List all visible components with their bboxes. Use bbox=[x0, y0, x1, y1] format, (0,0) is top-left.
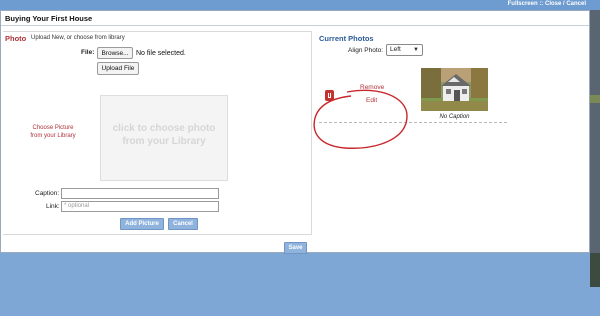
file-label: File: bbox=[81, 49, 95, 56]
side-strip bbox=[590, 10, 600, 253]
link-label: Link: bbox=[46, 203, 60, 210]
save-button[interactable]: Save bbox=[284, 242, 307, 254]
remove-photo-link[interactable]: Remove bbox=[360, 84, 384, 91]
add-picture-button[interactable]: Add Picture bbox=[120, 218, 164, 230]
caption-label: Caption: bbox=[35, 190, 60, 197]
cancel-button[interactable]: Cancel bbox=[168, 218, 198, 230]
caption-input[interactable] bbox=[61, 188, 219, 199]
current-photos-title: Current Photos bbox=[319, 34, 374, 43]
edit-photo-link[interactable]: Edit bbox=[366, 97, 377, 104]
fullscreen-link[interactable]: Fullscreen bbox=[508, 1, 538, 7]
choose-library-link[interactable]: Choose Picture from your Library bbox=[23, 124, 83, 140]
top-bar: Fullscreen :: Close / Cancel bbox=[0, 0, 600, 10]
upload-file-button[interactable]: Upload File bbox=[97, 62, 139, 75]
dropzone-line1: click to choose photo bbox=[112, 123, 216, 134]
browse-button[interactable]: Browse... bbox=[97, 47, 133, 59]
edge-image-fragment bbox=[590, 95, 600, 103]
choose-library-line1: Choose Picture bbox=[32, 125, 74, 131]
dropzone-line2: from your Library bbox=[122, 136, 206, 147]
choose-library-line2: from your Library bbox=[30, 133, 76, 139]
annotation-circle bbox=[313, 89, 408, 149]
topbar-links: Fullscreen :: Close / Cancel bbox=[508, 1, 586, 7]
side-strip-bottom bbox=[590, 253, 600, 287]
photo-upload-panel: Photo Upload New, or choose from library… bbox=[3, 31, 312, 235]
photo-thumbnail[interactable] bbox=[421, 68, 488, 111]
photo-section-title: Photo bbox=[5, 34, 27, 43]
align-selected-value: Left bbox=[390, 46, 401, 53]
upload-hint: Upload New, or choose from library bbox=[31, 35, 125, 41]
photo-dialog: Buying Your First House Photo Upload New… bbox=[0, 10, 590, 254]
topbar-separator: :: bbox=[539, 1, 544, 7]
title-divider bbox=[1, 25, 589, 26]
link-input[interactable]: * optional bbox=[61, 201, 219, 212]
chevron-down-icon: ▼ bbox=[413, 47, 419, 53]
photo-caption: No Caption bbox=[439, 114, 470, 120]
dropzone-text: click to choose photo from your Library bbox=[101, 122, 227, 148]
dialog-title: Buying Your First House bbox=[5, 14, 93, 23]
photo-item-divider bbox=[319, 122, 507, 123]
align-photo-select[interactable]: Left ▼ bbox=[386, 44, 423, 56]
delete-icon[interactable] bbox=[325, 90, 334, 101]
close-cancel-link[interactable]: Close / Cancel bbox=[545, 1, 586, 7]
house-photo-image bbox=[421, 68, 488, 111]
align-photo-label: Align Photo: bbox=[348, 47, 384, 54]
no-file-text: No file selected. bbox=[136, 50, 186, 57]
library-picker-dropzone[interactable]: click to choose photo from your Library bbox=[100, 95, 228, 181]
